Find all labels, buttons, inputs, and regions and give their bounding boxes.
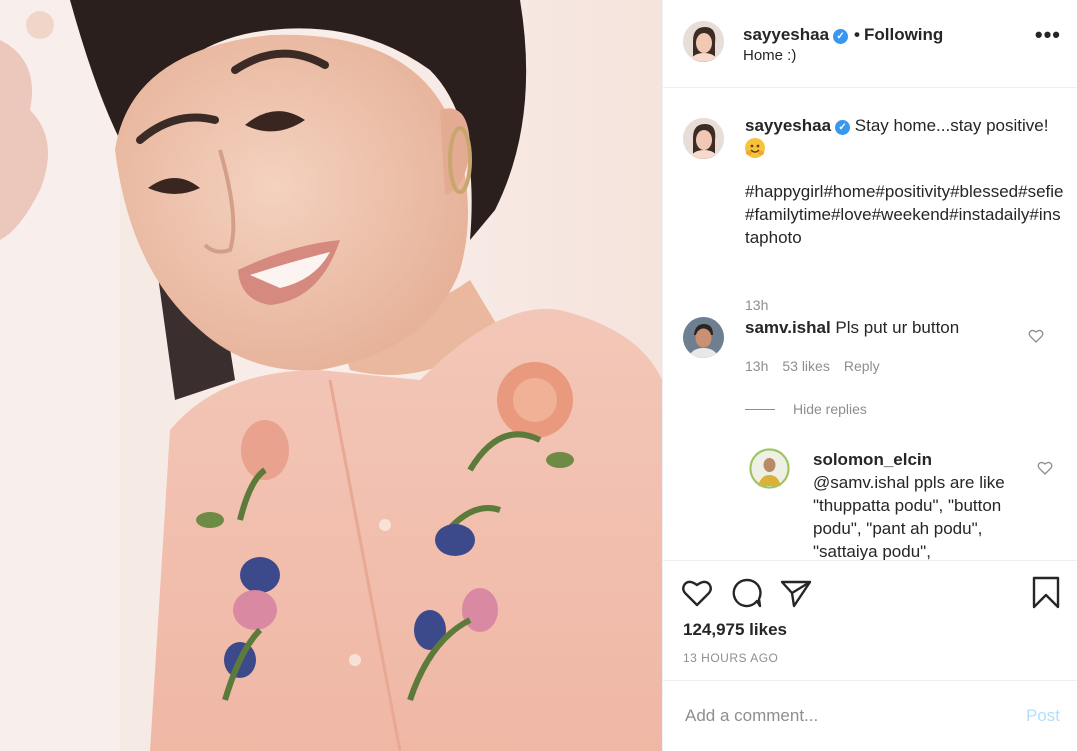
comment-username[interactable]: samv.ishal bbox=[745, 318, 831, 337]
more-horizontal-icon[interactable]: ••• bbox=[1035, 24, 1061, 46]
comment-bubble-icon[interactable] bbox=[730, 576, 764, 610]
comment-like-heart-icon[interactable] bbox=[1028, 328, 1044, 344]
hide-replies-label: Hide replies bbox=[793, 401, 867, 417]
caption-text: sayyeshaa ✓ Stay home...stay positive! #h… bbox=[745, 114, 1065, 249]
comment-meta: 13h 53 likes Reply bbox=[745, 358, 894, 374]
comments-section[interactable]: sayyeshaa ✓ Stay home...stay positive! #h… bbox=[663, 88, 1077, 560]
avatar-image bbox=[683, 317, 724, 358]
caption-body: Stay home...stay positive! bbox=[854, 116, 1049, 135]
post-actions: 124,975 likes 13 HOURS AGO bbox=[663, 560, 1077, 680]
author-username[interactable]: sayyeshaa bbox=[743, 25, 829, 44]
avatar-image bbox=[683, 118, 724, 159]
replier-avatar[interactable] bbox=[749, 448, 790, 489]
post-side-panel: sayyeshaa ✓ • Following Home :) ••• sayyesh… bbox=[662, 0, 1077, 751]
reply-username[interactable]: solomon_elcin bbox=[813, 450, 932, 469]
author-username-row: sayyeshaa ✓ • Following bbox=[743, 25, 943, 45]
verified-badge-icon: ✓ bbox=[835, 120, 851, 135]
caption-username[interactable]: sayyeshaa bbox=[745, 116, 831, 135]
comment-text: samv.ishal Pls put ur button bbox=[745, 316, 1065, 339]
separator-dot: • bbox=[854, 25, 860, 44]
caption-time[interactable]: 13h bbox=[745, 297, 768, 313]
caption-avatar[interactable] bbox=[683, 118, 724, 159]
instagram-post: sayyeshaa ✓ • Following Home :) ••• sayyesh… bbox=[0, 0, 1077, 751]
share-paper-plane-icon[interactable] bbox=[779, 576, 813, 610]
save-bookmark-icon[interactable] bbox=[1029, 576, 1063, 610]
post-time-ago[interactable]: 13 HOURS AGO bbox=[683, 651, 778, 665]
hide-replies-line bbox=[745, 409, 775, 410]
add-comment-input[interactable] bbox=[683, 705, 987, 727]
like-heart-icon[interactable] bbox=[680, 576, 714, 610]
post-location[interactable]: Home :) bbox=[743, 47, 796, 64]
post-comment-button[interactable]: Post bbox=[1026, 706, 1060, 726]
reply-like-heart-icon[interactable] bbox=[1037, 460, 1053, 476]
verified-badge-icon: ✓ bbox=[833, 29, 849, 44]
reply-button[interactable]: Reply bbox=[844, 358, 880, 374]
commenter-avatar[interactable] bbox=[683, 317, 724, 358]
reply-body: @samv.ishal ppls are like "thuppatta pod… bbox=[813, 473, 1005, 560]
comment-time[interactable]: 13h bbox=[745, 358, 768, 374]
photo-illustration bbox=[0, 0, 662, 751]
hugging-face-emoji-icon bbox=[745, 138, 765, 158]
post-photo[interactable] bbox=[0, 0, 662, 751]
avatar-image bbox=[683, 21, 724, 62]
comment-body: Pls put ur button bbox=[835, 318, 960, 337]
hide-replies-button[interactable]: Hide replies bbox=[745, 401, 867, 417]
comment-likes[interactable]: 53 likes bbox=[782, 358, 829, 374]
post-header: sayyeshaa ✓ • Following Home :) ••• bbox=[663, 0, 1077, 88]
like-count[interactable]: 124,975 likes bbox=[683, 620, 787, 640]
avatar-image bbox=[749, 448, 790, 489]
add-comment-bar: Post bbox=[663, 680, 1077, 751]
following-button[interactable]: Following bbox=[864, 25, 943, 44]
caption-hashtags[interactable]: #happygirl#home#positivity#blessed#sefie… bbox=[745, 180, 1065, 249]
author-avatar[interactable] bbox=[683, 21, 724, 62]
reply-text: solomon_elcin @samv.ishal ppls are like … bbox=[813, 448, 1023, 560]
